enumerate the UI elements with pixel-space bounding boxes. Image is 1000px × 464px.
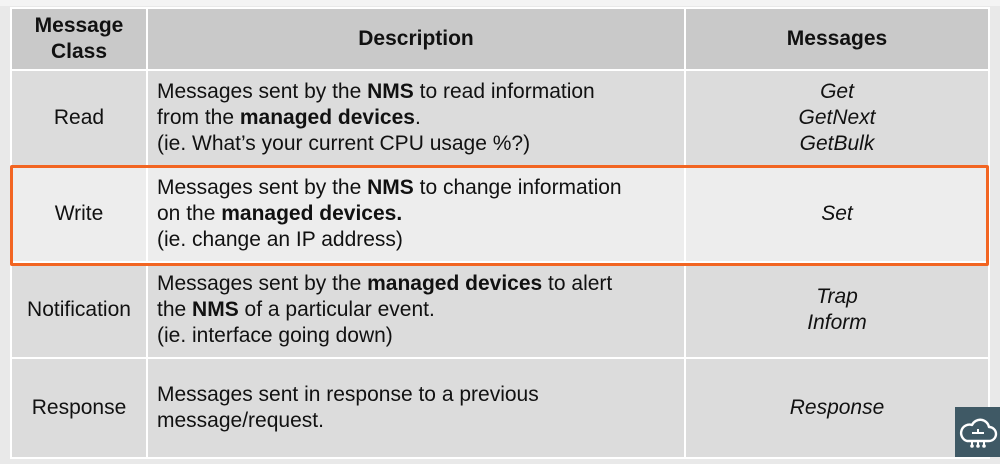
description-cell-response: Messages sent in response to a previous … [146,357,686,459]
table-row-notification: Notification Messages sent by the manage… [10,261,990,359]
description-cell-notification: Messages sent by the managed devices to … [146,261,686,359]
message-inform: Inform [807,311,867,334]
header-messages: Messages [684,7,990,71]
cloud-circuit-icon [959,418,997,448]
messages-cell-response: Response [684,357,990,459]
message-response: Response [789,396,885,419]
table-row-response: Response Messages sent in response to a … [10,357,990,459]
message-get: Get [820,80,854,103]
top-strip [0,0,1000,6]
header-description: Description [146,7,686,71]
class-cell-response: Response [10,357,148,459]
class-cell-notification: Notification [10,261,148,359]
table-row-read: Read Messages sent by the NMS to read in… [10,69,990,167]
snmp-message-class-table: Message Class Description Messages Read … [10,7,990,459]
message-getnext: GetNext [798,106,876,129]
channel-logo [955,407,1000,457]
message-trap: Trap [816,285,858,308]
header-class-line1: Message [34,14,124,37]
messages-cell-notification: Trap Inform [684,261,990,359]
header-message-class: Message Class [10,7,148,71]
messages-cell-read: Get GetNext GetBulk [684,69,990,167]
header-class-line2: Class [50,40,108,63]
message-getbulk: GetBulk [799,132,875,155]
description-cell-write: Messages sent by the NMS to change infor… [146,165,686,263]
message-set: Set [821,202,853,225]
header-row: Message Class Description Messages [10,7,990,71]
table-row-write: Write Messages sent by the NMS to change… [10,165,990,263]
class-cell-read: Read [10,69,148,167]
description-cell-read: Messages sent by the NMS to read informa… [146,69,686,167]
class-cell-write: Write [10,165,148,263]
messages-cell-write: Set [684,165,990,263]
